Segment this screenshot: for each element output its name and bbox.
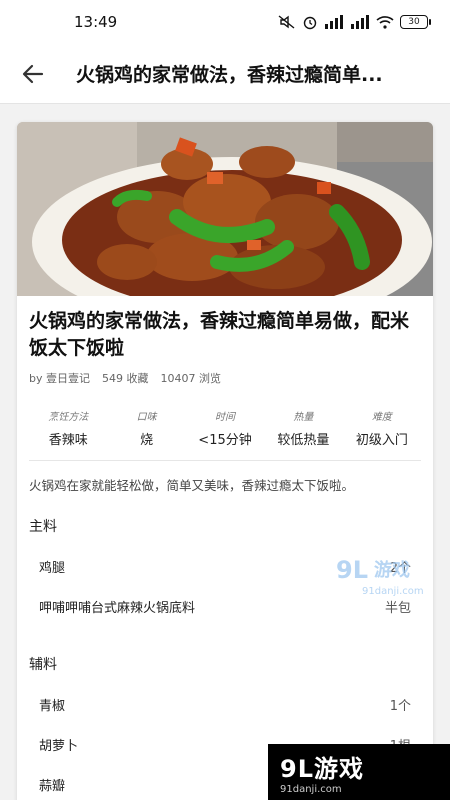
wifi-icon: [376, 16, 394, 29]
ingredient-row: 青椒 1个: [17, 684, 433, 724]
stat-value: 初级入门: [355, 433, 408, 448]
recipe-meta: by 壹日壹记 549 收藏 10407 浏览: [17, 362, 433, 386]
signal-icon: [325, 15, 343, 29]
stat-value: 较低热量: [277, 433, 330, 448]
battery-level: 30: [408, 17, 420, 27]
recipe-stats: 烹饪方法 香辣味 口味 烧 时间 <15分钟 热量 较低热量 难度 初级入门: [17, 386, 433, 448]
ingredient-name: 鸡腿: [39, 560, 66, 576]
stat-calories: 热量 较低热量: [264, 408, 342, 448]
aux-ingredients-title: 辅料: [29, 657, 57, 673]
stat-label: 难度: [371, 412, 392, 423]
status-time: 13:49: [74, 13, 118, 31]
mute-icon: [278, 15, 295, 29]
watermark-brand: 9L游戏: [280, 755, 364, 783]
watermark-banner: 9L游戏 91danji.com: [268, 744, 450, 800]
recipe-title: 火锅鸡的家常做法，香辣过瘾简单易做，配米饭太下饭啦: [29, 310, 410, 359]
stat-difficulty: 难度 初级入门: [343, 408, 421, 448]
recipe-card: 火锅鸡的家常做法，香辣过瘾简单易做，配米饭太下饭啦 by 壹日壹记 549 收藏…: [17, 122, 433, 800]
stat-time: 时间 <15分钟: [186, 408, 264, 448]
status-bar: 13:49 30: [0, 0, 450, 44]
back-button[interactable]: [18, 59, 48, 89]
favorites-count: 549 收藏: [102, 372, 149, 385]
signal-icon-2: [351, 15, 369, 29]
ingredient-name: 青椒: [39, 698, 66, 714]
svg-text:91danji.com: 91danji.com: [362, 586, 424, 597]
stat-value: 香辣味: [48, 433, 88, 448]
page-title: 火锅鸡的家常做法，香辣过瘾简单...: [76, 64, 383, 86]
ingredient-name: 呷哺呷哺台式麻辣火锅底料: [39, 600, 196, 616]
main-ingredients-title: 主料: [29, 519, 57, 535]
svg-text:9L: 9L: [336, 556, 368, 584]
stat-taste: 口味 烧: [107, 408, 185, 448]
views-count: 10407 浏览: [160, 372, 222, 385]
stat-label: 热量: [293, 412, 314, 423]
stat-label: 口味: [136, 412, 157, 423]
author-name[interactable]: by 壹日壹记: [29, 370, 90, 386]
stat-value: 烧: [140, 433, 154, 448]
ingredient-name: 胡萝卜: [39, 738, 79, 754]
status-icons: 30: [278, 14, 431, 30]
app-bar: 火锅鸡的家常做法，香辣过瘾简单...: [0, 44, 450, 104]
watermark-text: 9L游戏 91danji.com: [280, 749, 364, 795]
battery-icon: 30: [400, 15, 431, 29]
svg-text:游戏: 游戏: [374, 559, 410, 581]
stat-method: 烹饪方法 香辣味: [29, 408, 107, 448]
watermark-site: 91danji.com: [280, 784, 342, 795]
back-arrow-icon: [22, 64, 44, 83]
stat-label: 时间: [215, 412, 236, 423]
ingredient-qty: 1个: [389, 698, 411, 714]
alarm-icon: [303, 16, 317, 30]
recipe-hero-image[interactable]: [17, 122, 433, 296]
stat-value: <15分钟: [198, 433, 252, 448]
recipe-description: 火锅鸡在家就能轻松做，简单又美味，香辣过瘾太下饭啦。: [29, 478, 355, 493]
ingredient-name: 蒜瓣: [39, 778, 66, 794]
stat-label: 烹饪方法: [48, 412, 89, 423]
watermark-logo: 9L 游戏 91danji.com: [336, 556, 424, 597]
